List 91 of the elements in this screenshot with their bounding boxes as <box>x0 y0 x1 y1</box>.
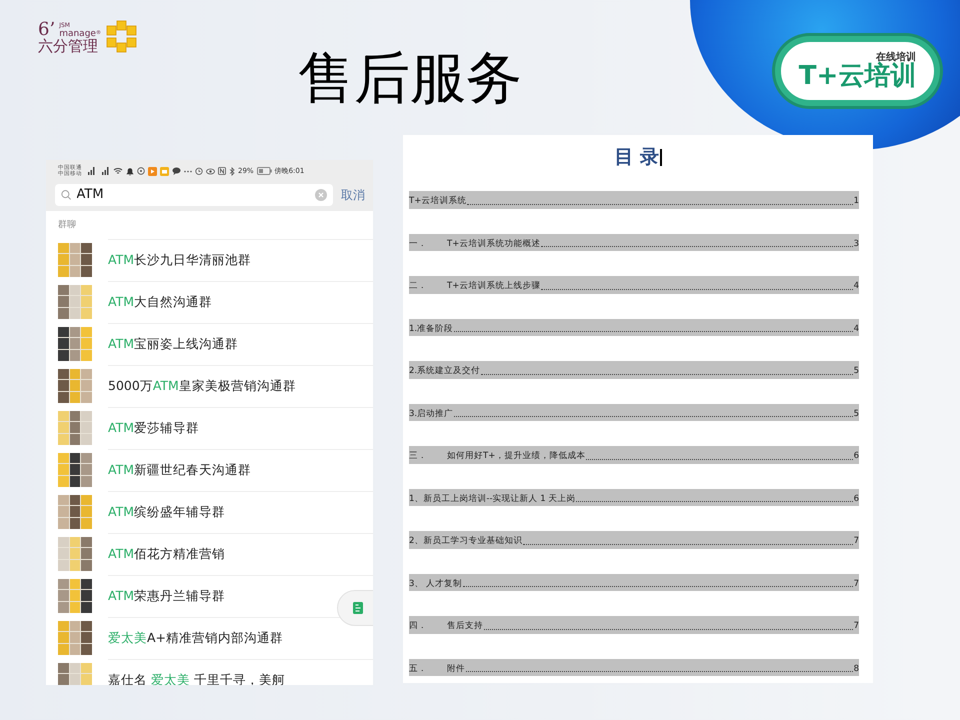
group-name[interactable]: ATM大自然沟通群 <box>108 292 212 312</box>
toc-number: 四． <box>409 622 428 630</box>
search-field[interactable]: ATM <box>76 185 310 205</box>
badge-caption: 在线培训 <box>876 53 916 63</box>
toc-number: 五． <box>409 664 428 673</box>
group-name[interactable]: ATM缤纷盛年辅导群 <box>108 502 226 522</box>
group-name[interactable]: ATM荣惠丹兰辅导群 <box>108 586 226 606</box>
toc-page: 1 <box>854 197 859 206</box>
toc-entry[interactable]: 3、 人才复制 7 <box>409 574 859 591</box>
alarm-icon <box>195 167 203 175</box>
badge-name: T+云培训 <box>798 63 916 89</box>
toc-page: 7 <box>854 622 859 630</box>
group-name[interactable]: ATM佰花方精准营销 <box>108 544 226 564</box>
toc-entry[interactable]: 2.系统建立及交付 5 <box>409 361 859 378</box>
toc-page: 5 <box>854 367 859 376</box>
toc-title: 3、 人才复制 <box>409 580 462 588</box>
eye-icon <box>206 168 215 174</box>
toc-title: T+云培训系统上线步骤 <box>447 282 540 290</box>
text-cursor <box>660 148 662 166</box>
toc-title: 3.启动推广 <box>409 410 454 418</box>
toc-page: 6 <box>854 494 859 503</box>
search-box[interactable]: ATM <box>55 184 333 206</box>
toc-entry[interactable]: 三． 如何用好T+，提升业绩，降低成本 6 <box>409 446 859 464</box>
group-avatar <box>58 536 92 570</box>
group-avatar <box>58 242 92 276</box>
bell-icon <box>126 166 134 176</box>
signal-icon <box>85 167 96 175</box>
toc-entry[interactable]: 四． 售后支持 7 <box>409 616 859 634</box>
ellipsis-icon <box>184 170 192 172</box>
toc-page: 7 <box>854 580 859 588</box>
toc-title: 如何用好T+，提升业绩，降低成本 <box>447 452 586 460</box>
cubes-icon <box>104 20 139 54</box>
toc-title: T+云培训系统功能概述 <box>447 240 540 248</box>
toc-page: 3 <box>854 240 859 248</box>
group-avatar <box>58 578 92 612</box>
toc-number: 二． <box>409 282 428 290</box>
note-icon <box>353 602 363 614</box>
floating-note-button[interactable] <box>337 590 373 626</box>
group-name[interactable]: ATM爱莎辅导群 <box>108 418 200 438</box>
chat-icon <box>172 167 181 175</box>
group-name[interactable]: 嘉仕名 爱太美 千里千寻，美舸 <box>108 670 285 685</box>
toc-page: 8 <box>854 664 859 673</box>
toc-entry[interactable]: 五． 附件 8 <box>409 658 859 676</box>
group-avatar <box>58 494 92 528</box>
toc-entry[interactable]: 3.启动推广 5 <box>409 404 859 421</box>
toc-entry[interactable]: 2、新员工学习专业基础知识 7 <box>409 531 859 548</box>
toc-entry[interactable]: T+云培训系统 1 <box>409 191 859 208</box>
toc-entry[interactable]: 1.准备阶段 4 <box>409 318 859 336</box>
toc-page: 7 <box>854 537 859 546</box>
group-avatar <box>58 410 92 444</box>
toc-title: 1、新员工上岗培训--实现让新人 1 天上岗 <box>409 494 576 503</box>
toc-page: 4 <box>854 324 859 333</box>
toc-title: 售后支持 <box>447 622 483 630</box>
toc-page: 5 <box>854 410 859 418</box>
toc-title: 附件 <box>447 664 465 673</box>
toc-title: 2、新员工学习专业基础知识 <box>409 537 522 546</box>
wifi-icon <box>113 167 123 175</box>
toc-title: 1.准备阶段 <box>409 324 454 333</box>
toc-title: T+云培训系统 <box>409 197 466 206</box>
toc-number: 三． <box>409 452 428 460</box>
cancel-link[interactable]: 取消 <box>341 186 365 204</box>
logo-name: 六分管理 <box>38 38 99 54</box>
clear-icon[interactable] <box>315 189 327 201</box>
section-label: 群聊 <box>57 218 77 232</box>
group-avatar <box>58 368 92 402</box>
toc-number: 一． <box>409 240 428 248</box>
group-avatar <box>58 620 92 654</box>
toc-entry[interactable]: 1、新员工上岗培训--实现让新人 1 天上岗 6 <box>409 488 859 506</box>
logo-numeral: 6’ <box>38 20 56 38</box>
slide-title: 售后服务 <box>298 48 522 110</box>
toc-entry[interactable]: 二． T+云培训系统上线步骤 4 <box>409 276 859 294</box>
group-avatar <box>58 452 92 486</box>
nfc-icon <box>218 167 226 175</box>
group-avatar <box>58 284 92 318</box>
bluetooth-icon <box>229 166 235 176</box>
group-name[interactable]: 爱太美A+精准营销内部沟通群 <box>108 628 284 648</box>
group-name[interactable]: ATM新疆世纪春天沟通群 <box>108 460 252 480</box>
group-name[interactable]: ATM宝丽姿上线沟通群 <box>108 334 238 354</box>
document-title: 目 录 <box>614 144 660 170</box>
toc-page: 4 <box>854 282 859 290</box>
group-avatar <box>58 326 92 360</box>
toc-page: 6 <box>854 452 859 460</box>
battery-icon <box>256 167 272 175</box>
toc-title: 2.系统建立及交付 <box>409 367 480 376</box>
group-name[interactable]: 5000万ATM皇家美极营销沟通群 <box>108 376 296 396</box>
logo-word: manage <box>59 30 96 38</box>
app-icon <box>148 166 157 176</box>
search-icon <box>61 189 72 201</box>
signal-icon <box>99 167 110 175</box>
group-name[interactable]: ATM长沙九日华清丽池群 <box>108 250 252 270</box>
toc-entry[interactable]: 一． T+云培训系统功能概述 3 <box>409 234 859 251</box>
